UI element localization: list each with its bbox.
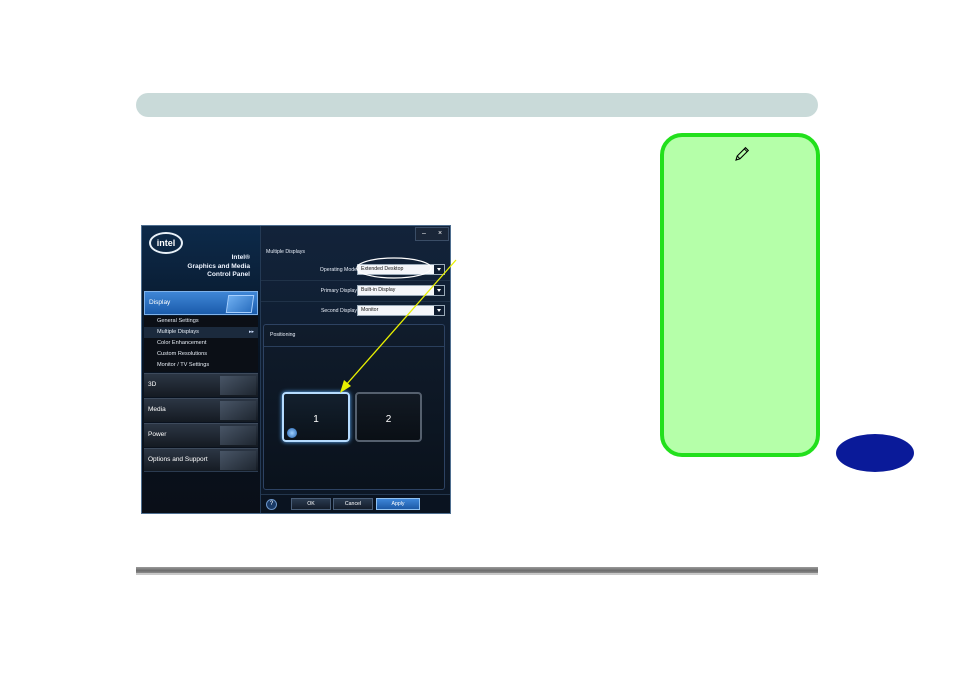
minimize-button[interactable]: – — [416, 228, 432, 240]
divider — [261, 280, 450, 281]
subitem-multiple-displays[interactable]: Multiple Displays ▸▸ — [144, 327, 258, 338]
subitem-label: Multiple Displays — [157, 329, 199, 335]
section-title: Multiple Displays — [266, 249, 305, 255]
brand-line: Control Panel — [207, 271, 250, 278]
monitor-2-tile[interactable]: 2 — [355, 392, 422, 442]
pen-icon — [735, 146, 750, 161]
second-display-label: Second Display — [320, 308, 357, 314]
divider — [264, 346, 444, 347]
divider — [261, 301, 450, 302]
select-value: Built-in Display — [361, 287, 396, 293]
nav-item-label: Display — [149, 299, 171, 306]
positioning-title: Positioning — [270, 332, 296, 338]
subitem-custom-resolutions[interactable]: Custom Resolutions — [144, 349, 258, 360]
sidebar-footer — [144, 471, 258, 490]
second-display-select[interactable]: Monitor — [357, 305, 445, 316]
sidebar: intel Intel® Graphics and Media Control … — [142, 226, 261, 513]
select-value: Extended Desktop — [361, 266, 404, 272]
select-value: Monitor — [361, 307, 379, 313]
camera-icon — [220, 401, 256, 420]
monitor-number: 2 — [385, 414, 392, 425]
intel-logo: intel — [149, 232, 183, 254]
subitem-general-settings[interactable]: General Settings — [144, 316, 258, 327]
apply-button[interactable]: Apply — [376, 498, 420, 510]
ok-button[interactable]: OK — [291, 498, 331, 510]
3d-icon — [220, 376, 256, 395]
nav-item-label: Media — [148, 406, 166, 413]
windows-logo-icon — [287, 428, 297, 438]
brand-title: Intel® Graphics and Media Control Panel — [150, 254, 250, 280]
close-button[interactable]: × — [432, 228, 448, 240]
display-subitems: General Settings Multiple Displays ▸▸ Co… — [144, 316, 258, 372]
chevron-down-icon — [434, 265, 444, 274]
nav-item-media[interactable]: Media — [144, 398, 258, 422]
chevron-down-icon — [434, 306, 444, 315]
power-icon — [220, 426, 256, 445]
cancel-button[interactable]: Cancel — [333, 498, 373, 510]
intel-control-panel-screenshot: intel Intel® Graphics and Media Control … — [141, 225, 451, 514]
active-arrow-icon: ▸▸ — [248, 329, 254, 335]
primary-display-label: Primary Display — [320, 288, 357, 294]
nav-item-display[interactable]: Display — [144, 291, 258, 315]
button-bar: ? OK Cancel Apply — [261, 494, 450, 513]
nav-item-power[interactable]: Power — [144, 423, 258, 447]
nav-item-label: 3D — [148, 381, 157, 388]
options-icon — [220, 451, 256, 470]
operating-mode-select[interactable]: Extended Desktop — [357, 264, 445, 275]
subitem-monitor-tv-settings[interactable]: Monitor / TV Settings — [144, 360, 258, 371]
main-pane: – × Multiple Displays Operating Mode Ext… — [261, 226, 450, 513]
help-button[interactable]: ? — [266, 499, 277, 510]
display-icon — [225, 295, 255, 313]
brand-line: Intel® — [231, 254, 250, 261]
footer-rule — [136, 567, 818, 575]
note-box — [660, 133, 820, 457]
nav-item-3d[interactable]: 3D — [144, 373, 258, 397]
brand-line: Graphics and Media — [187, 262, 250, 270]
nav-item-label: Power — [148, 431, 167, 438]
subitem-color-enhancement[interactable]: Color Enhancement — [144, 338, 258, 349]
monitor-number: 1 — [313, 414, 319, 425]
chevron-down-icon — [434, 286, 444, 295]
page-header-bar — [136, 93, 818, 117]
operating-mode-label: Operating Mode — [319, 267, 357, 273]
monitor-1-tile[interactable]: 1 — [282, 392, 350, 442]
nav-item-options-and-support[interactable]: Options and Support — [144, 448, 258, 472]
primary-display-select[interactable]: Built-in Display — [357, 285, 445, 296]
chapter-tab — [836, 434, 914, 472]
window-buttons: – × — [415, 227, 449, 241]
nav-item-label: Options and Support — [148, 456, 208, 463]
